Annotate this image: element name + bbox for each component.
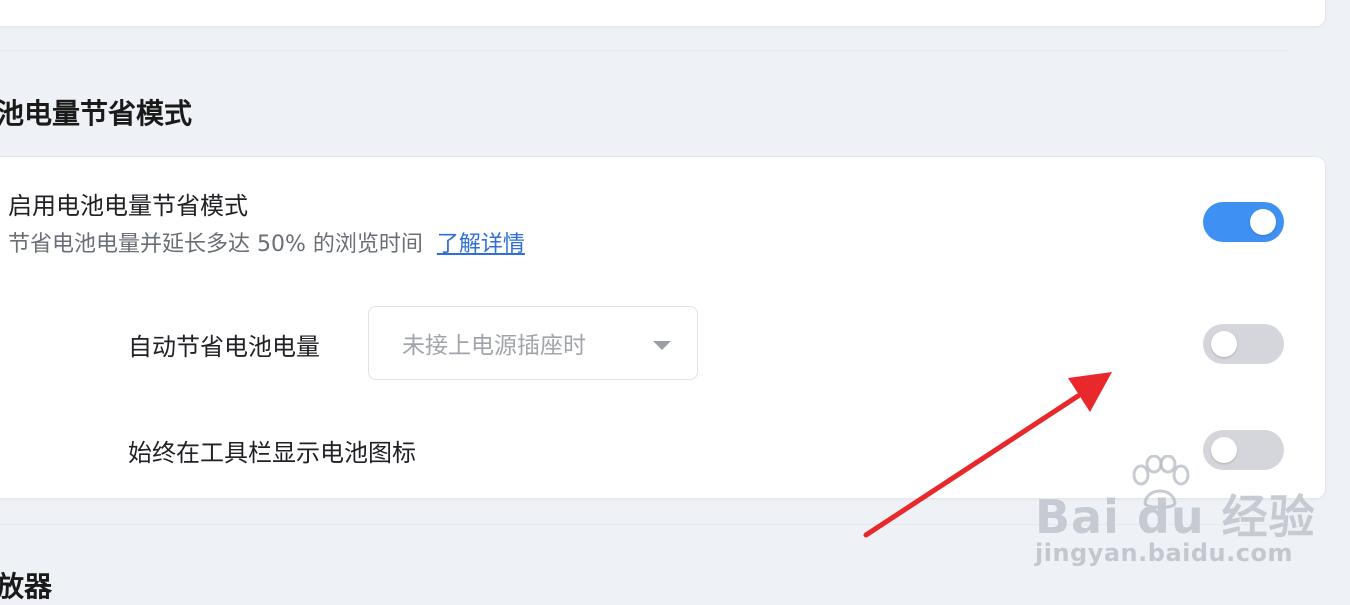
- section-divider: [0, 524, 1290, 525]
- toggle-knob: [1211, 437, 1237, 463]
- enable-battery-saver-toggle[interactable]: [1203, 202, 1284, 242]
- enable-battery-saver-description: 节省电池电量并延长多达 50% 的浏览时间 了解详情: [8, 226, 525, 258]
- auto-save-condition-dropdown[interactable]: 未接上电源插座时: [368, 306, 698, 380]
- watermark-url-text: jingyan.baidu.com: [1035, 539, 1293, 567]
- auto-save-battery-label: 自动节省电池电量: [128, 333, 320, 361]
- battery-saver-section-title: 池电量节省模式: [0, 97, 193, 130]
- show-battery-icon-label: 始终在工具栏显示电池图标: [128, 439, 416, 467]
- show-battery-icon-toggle[interactable]: [1203, 430, 1284, 470]
- section-divider: [0, 50, 1290, 51]
- dropdown-selected-value: 未接上电源插座时: [402, 333, 586, 359]
- toggle-knob: [1211, 331, 1237, 357]
- next-section-title: 放器: [0, 570, 53, 603]
- auto-save-battery-toggle[interactable]: [1203, 324, 1284, 364]
- battery-saver-description-text: 节省电池电量并延长多达 50% 的浏览时间: [8, 232, 423, 257]
- toggle-knob: [1250, 209, 1276, 235]
- previous-settings-card: [0, 0, 1326, 27]
- chevron-down-icon: [653, 341, 671, 350]
- learn-more-link[interactable]: 了解详情: [437, 232, 525, 257]
- enable-battery-saver-title: 启用电池电量节省模式: [8, 192, 248, 220]
